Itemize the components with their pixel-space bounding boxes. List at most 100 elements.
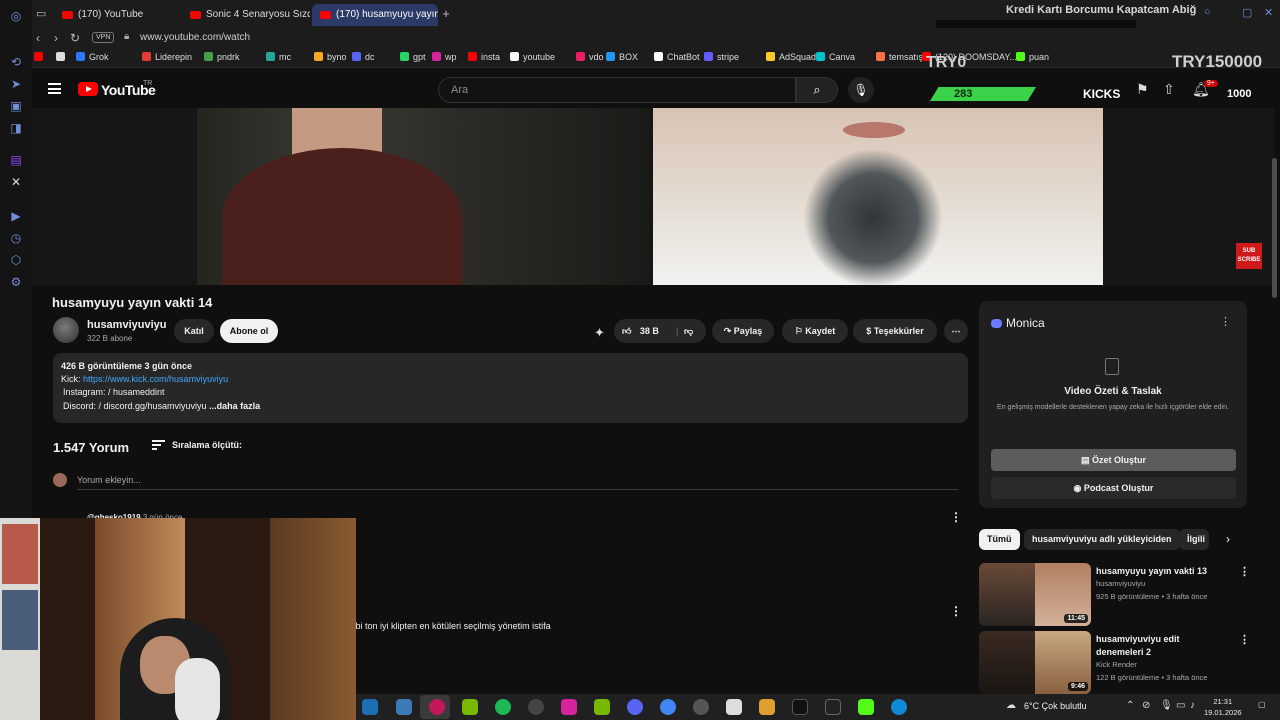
cube-rail-icon[interactable]: ⬡ — [8, 252, 24, 268]
recommended-video[interactable]: 11:45 husamyuyu yayın vakti 13 husamviyu… — [979, 563, 1250, 627]
volume-icon[interactable]: ♪ — [1190, 700, 1195, 711]
settings-rail-icon[interactable]: ⚙ — [8, 274, 24, 290]
monica-menu-icon[interactable]: ⋮ — [1220, 315, 1231, 328]
add-comment-input[interactable]: Yorum ekleyin... — [77, 475, 141, 485]
save-button[interactable]: ⚐ Kaydet — [782, 319, 848, 343]
recommended-menu-icon[interactable]: ⋮ — [1239, 633, 1250, 646]
chip-related[interactable]: İlgili — [1179, 529, 1209, 550]
back-arrow-icon[interactable]: ‹ — [36, 31, 40, 45]
geforce-icon[interactable] — [594, 699, 610, 715]
gallery-rail-icon[interactable]: ▣ — [8, 98, 24, 114]
epic-games-icon[interactable] — [825, 699, 841, 715]
search-window-icon[interactable]: ○ — [1204, 6, 1211, 18]
search-icon[interactable]: ⌕ — [796, 77, 838, 103]
spotify-icon[interactable] — [495, 699, 511, 715]
battery-icon[interactable]: ▭ — [1176, 700, 1185, 711]
menu-icon[interactable] — [48, 83, 61, 94]
like-button[interactable]: 👍︎ 38 B | 👎︎ — [614, 319, 706, 343]
more-actions-button[interactable]: ⋯ — [944, 319, 968, 343]
dollar-bookmark-icon[interactable] — [56, 52, 69, 62]
obs-icon[interactable] — [528, 699, 544, 715]
recommended-title[interactable]: husamviyuviyu edit denemeleri 2 — [1096, 633, 1226, 659]
bookmark-temsatış[interactable]: temsatış — [876, 52, 923, 62]
dc-icon[interactable] — [726, 699, 742, 715]
app-icon[interactable] — [693, 699, 709, 715]
opera-icon[interactable] — [429, 699, 445, 715]
recommended-menu-icon[interactable]: ⋮ — [1239, 565, 1250, 578]
chip-all[interactable]: Tümü — [979, 529, 1020, 550]
bookmark-box[interactable]: BOX — [606, 52, 638, 62]
recommended-channel[interactable]: husamviyuviyu — [1096, 579, 1145, 588]
comment-menu-icon[interactable]: ⋮ — [950, 510, 962, 524]
bookmark-mc[interactable]: mc — [266, 52, 291, 62]
bookmark-pndrk[interactable]: pndrk — [204, 52, 240, 62]
refresh-rail-icon[interactable]: ⟲ — [8, 54, 24, 70]
instagram-icon[interactable] — [561, 699, 577, 715]
restore-window-icon[interactable]: ▢ — [1242, 6, 1252, 19]
url-field[interactable]: www.youtube.com/watch — [140, 32, 250, 43]
youtube-bookmark-icon[interactable] — [34, 52, 47, 62]
bookmark-vdo[interactable]: vdo — [576, 52, 604, 62]
description-box[interactable]: 426 B görüntüleme 3 gün önce Kick: https… — [53, 353, 968, 423]
recommended-channel[interactable]: Kick Render — [1096, 660, 1137, 669]
bookmark-stripe[interactable]: stripe — [704, 52, 739, 62]
bookmark-canva[interactable]: Canva — [816, 52, 855, 62]
video-player[interactable]: SUB SCRIBE — [32, 108, 1274, 285]
tab-menu-icon[interactable]: ▭ — [36, 7, 46, 20]
tab-current-video[interactable]: (170) husamyuyu yayın vakti 14 — [312, 4, 438, 26]
bookmark-adsquad[interactable]: AdSquad — [766, 52, 816, 62]
bookmark-byno[interactable]: byno — [314, 52, 347, 62]
tab-youtube-home[interactable]: (170) YouTube — [54, 4, 180, 26]
share-button[interactable]: ↷ Paylaş — [712, 319, 774, 343]
show-more-link[interactable]: ...daha fazla — [209, 401, 260, 411]
tray-chevron-icon[interactable]: ⌃ — [1126, 700, 1134, 711]
sort-button[interactable]: Sıralama ölçütü: — [172, 440, 242, 450]
chrome-icon[interactable] — [660, 699, 676, 715]
join-button[interactable]: Katıl — [174, 319, 214, 343]
notification-center-icon[interactable]: ▢ — [1258, 700, 1266, 709]
bookmark-youtube[interactable]: youtube — [510, 52, 555, 62]
bookmark-insta[interactable]: insta — [468, 52, 500, 62]
taskbar-clock[interactable]: 21:31 19.01.2026 — [1204, 696, 1242, 718]
thanks-button[interactable]: $ Teşekkürler — [853, 319, 937, 343]
close-window-icon[interactable]: ✕ — [1264, 6, 1273, 19]
recommended-video[interactable]: 9:46 husamviyuviyu edit denemeleri 2 Kic… — [979, 631, 1250, 695]
video-thumbnail[interactable]: 11:45 — [979, 563, 1091, 626]
video-thumbnail[interactable]: 9:46 — [979, 631, 1091, 694]
create-icon[interactable]: ⚑ — [1136, 81, 1149, 98]
recommended-title[interactable]: husamyuyu yayın vakti 13 — [1096, 565, 1226, 578]
x-icon[interactable]: ✕ — [8, 174, 24, 190]
twitch-icon[interactable]: ▤ — [8, 152, 24, 168]
channel-name[interactable]: husamviyuviyu — [87, 319, 166, 331]
edge-icon[interactable] — [891, 699, 907, 715]
comment-menu-icon[interactable]: ⋮ — [950, 604, 962, 618]
monica-extension-icon[interactable]: ✦ — [594, 325, 605, 341]
player-rail-icon[interactable]: ▶ — [8, 208, 24, 224]
tab-sonic[interactable]: Sonic 4 Senaryosu Sızdırıldı — [182, 4, 310, 26]
bookmark-dc[interactable]: dc — [352, 52, 375, 62]
send-rail-icon[interactable]: ➤ — [8, 76, 24, 92]
kick-link[interactable]: https://www.kick.com/husamviyuviyu — [83, 374, 228, 384]
new-tab-button[interactable]: + — [438, 6, 454, 22]
bookmark-chatbot[interactable]: ChatBot — [654, 52, 700, 62]
channel-avatar[interactable] — [53, 317, 79, 343]
nvidia-icon[interactable] — [462, 699, 478, 715]
network-off-icon[interactable]: ⊘ — [1142, 700, 1150, 711]
forward-arrow-icon[interactable]: › — [54, 31, 58, 45]
tiktok-icon[interactable] — [792, 699, 808, 715]
kick-icon[interactable] — [858, 699, 874, 715]
vpn-badge[interactable]: VPN — [92, 32, 115, 43]
sort-icon[interactable] — [152, 440, 165, 450]
files-icon[interactable] — [396, 699, 412, 715]
reload-icon[interactable]: ↻ — [70, 31, 80, 45]
discord-icon[interactable] — [627, 699, 643, 715]
browser-logo-icon[interactable]: ◎ — [8, 8, 24, 24]
subscribe-button[interactable]: Abone ol — [220, 319, 278, 343]
bookmark-puan[interactable]: puan — [1016, 52, 1049, 62]
weather-text[interactable]: 6°C Çok bulutlu — [1024, 701, 1087, 711]
youtube-logo-icon[interactable] — [78, 82, 98, 96]
create-podcast-button[interactable]: ◉ Podcast Oluştur — [991, 477, 1236, 499]
bookmark-gpt[interactable]: gpt — [400, 52, 426, 62]
steam-icon[interactable] — [362, 699, 378, 715]
thumbs-down-icon[interactable]: 👎︎ — [684, 319, 693, 343]
